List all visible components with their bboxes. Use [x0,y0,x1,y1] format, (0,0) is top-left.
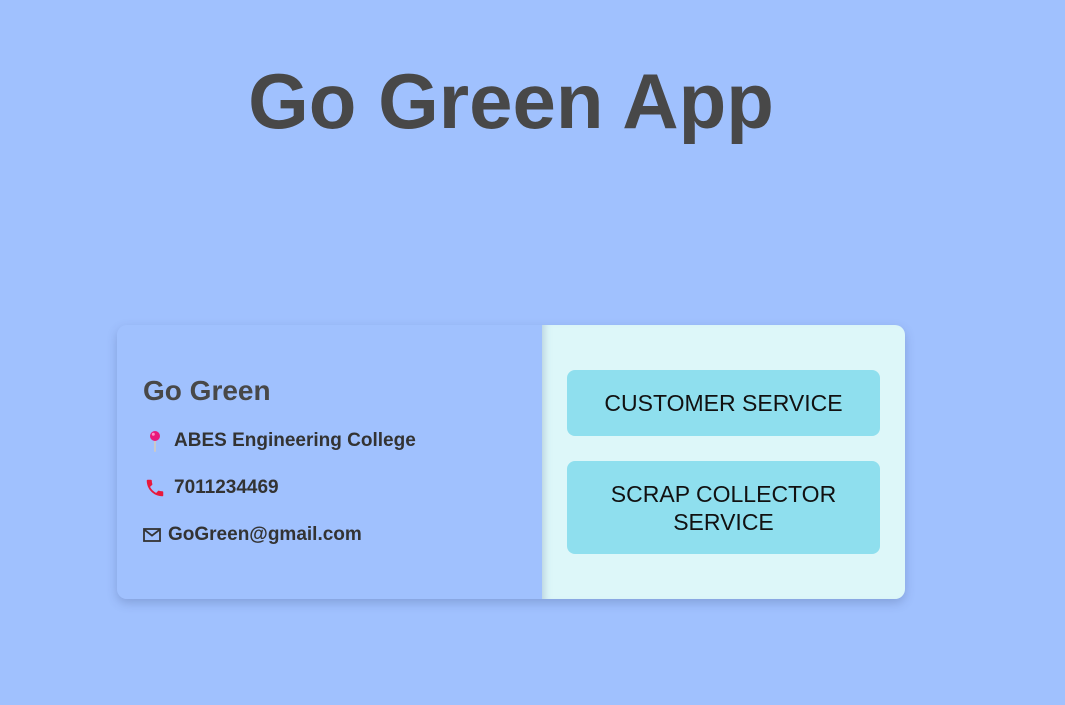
page: Go Green App Go Green ABES Engineering C… [0,0,1065,705]
brand-name: Go Green [143,375,271,406]
page-title: Go Green App [248,57,774,145]
contact-card: Go Green ABES Engineering College 701123… [117,325,905,599]
location-pin-icon [143,429,167,453]
email-text: GoGreen@gmail.com [168,524,362,545]
location-row: ABES Engineering College [143,429,542,453]
phone-text: 7011234469 [174,477,279,498]
customer-service-button[interactable]: CUSTOMER SERVICE [567,370,880,436]
phone-icon [143,476,167,500]
email-row: GoGreen@gmail.com [143,523,542,547]
services-panel: CUSTOMER SERVICE SCRAP COLLECTOR SERVICE [542,325,905,599]
scrap-collector-service-button[interactable]: SCRAP COLLECTOR SERVICE [567,461,880,554]
phone-row: 7011234469 [143,476,542,500]
mail-icon [143,523,161,547]
location-text: ABES Engineering College [174,430,416,451]
contact-info-panel: Go Green ABES Engineering College 701123… [117,325,542,599]
